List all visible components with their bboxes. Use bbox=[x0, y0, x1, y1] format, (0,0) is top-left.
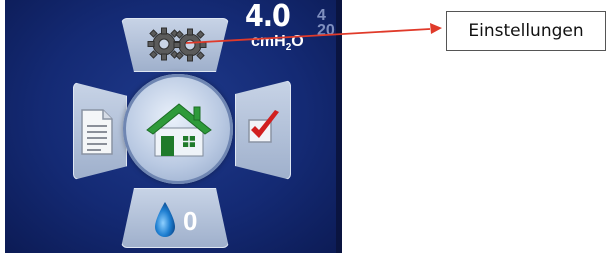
callout-label-box: Einstellungen bbox=[446, 11, 606, 51]
pressure-unit: cmH2O bbox=[251, 33, 304, 57]
side-values: 4 20 bbox=[317, 7, 335, 39]
pressure-value: 4.0 bbox=[245, 0, 291, 34]
side-value-bottom: 20 bbox=[317, 22, 335, 39]
callout-label: Einstellungen bbox=[468, 21, 584, 41]
side-value-top: 4 bbox=[317, 7, 326, 24]
checkmark-icon[interactable] bbox=[245, 108, 281, 148]
screen-bezel bbox=[336, 0, 342, 253]
home-icon[interactable] bbox=[143, 98, 215, 158]
unit-tail: O bbox=[291, 33, 304, 50]
device-screen: 4.0 cmH2O 4 20 0 bbox=[5, 0, 342, 253]
water-drop-icon[interactable] bbox=[153, 200, 177, 240]
document-icon[interactable] bbox=[79, 108, 115, 156]
gears-icon[interactable] bbox=[146, 26, 212, 62]
water-count: 0 bbox=[183, 206, 198, 236]
unit-main: cmH bbox=[251, 33, 286, 50]
